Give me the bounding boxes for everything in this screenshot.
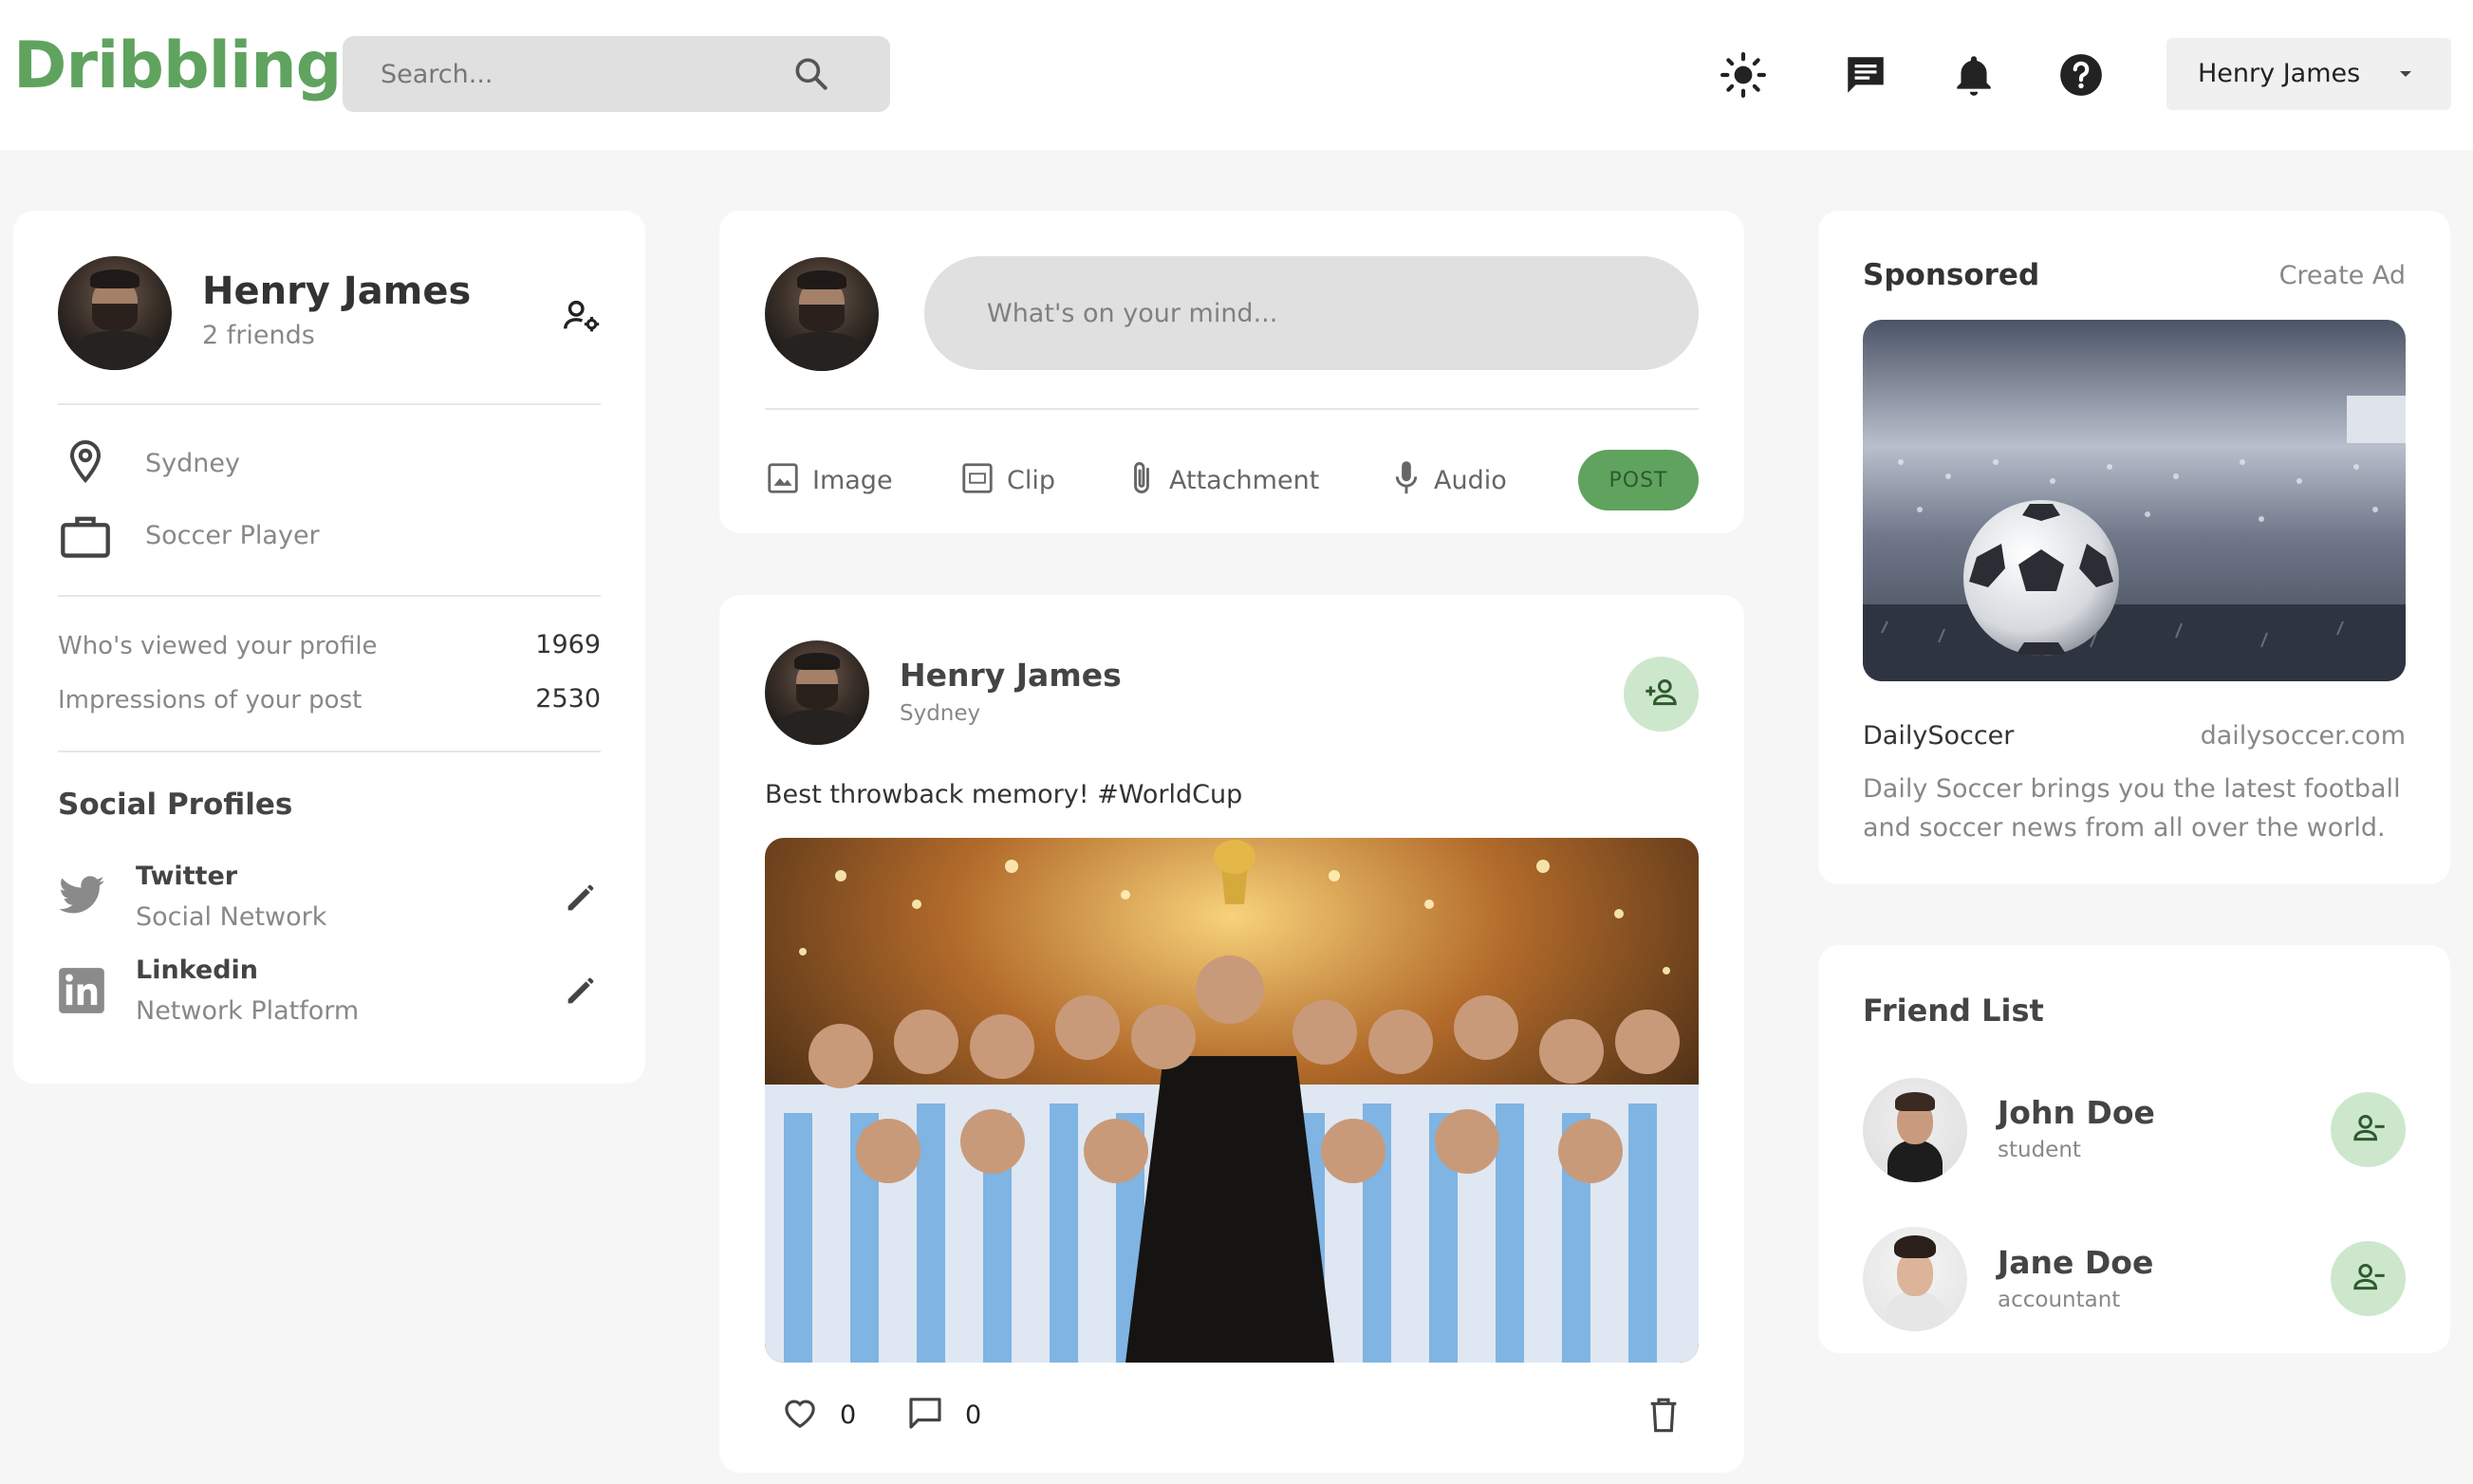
twitter-icon — [57, 875, 106, 918]
friend-avatar[interactable] — [1863, 1078, 1967, 1182]
app-logo[interactable]: Dribbling — [13, 28, 342, 103]
remove-friend-button[interactable] — [2331, 1092, 2406, 1167]
post-image[interactable] — [765, 838, 1699, 1363]
stat-label-impressions: Impressions of your post — [58, 686, 363, 714]
briefcase-icon — [59, 510, 112, 560]
audio-action-label: Audio — [1434, 465, 1507, 495]
friend-name[interactable]: John Doe — [1998, 1094, 2155, 1131]
divider — [58, 595, 601, 597]
add-friend-button[interactable] — [1624, 657, 1699, 732]
person-remove-icon — [2350, 1258, 2388, 1300]
divider — [58, 751, 601, 752]
composer-avatar — [765, 257, 879, 371]
light-mode-icon[interactable] — [1720, 51, 1767, 99]
create-ad-link[interactable]: Create Ad — [2268, 261, 2406, 290]
social-name-twitter: Twitter — [136, 862, 238, 891]
gif-icon — [959, 460, 995, 500]
notifications-icon[interactable] — [1950, 51, 1998, 99]
friend-role: accountant — [1998, 1288, 2121, 1312]
linkedin-icon — [57, 966, 106, 1015]
microphone-icon — [1390, 458, 1422, 502]
composer-field — [924, 256, 1699, 370]
stat-value-impressions: 2530 — [535, 684, 601, 714]
heart-icon — [781, 1394, 819, 1436]
social-profiles-heading: Social Profiles — [58, 788, 293, 822]
search-icon[interactable] — [790, 53, 832, 95]
clip-action[interactable]: Clip — [959, 455, 1055, 505]
image-action-label: Image — [812, 465, 893, 495]
social-type-linkedin: Network Platform — [136, 996, 360, 1026]
comment-count: 0 — [965, 1400, 982, 1430]
divider — [765, 408, 1699, 410]
sponsor-description-line2: and soccer news from all over the world. — [1863, 813, 2386, 843]
profile-name[interactable]: Henry James — [202, 269, 471, 313]
help-icon[interactable] — [2057, 51, 2105, 99]
stat-label-profile-views: Who's viewed your profile — [58, 632, 378, 660]
sponsor-description-line1: Daily Soccer brings you the latest footb… — [1863, 774, 2401, 804]
comment-action[interactable]: 0 — [906, 1393, 981, 1437]
sponsor-brand: DailySoccer — [1863, 721, 2015, 751]
delete-icon[interactable] — [1645, 1394, 1683, 1436]
chat-icon[interactable] — [1842, 51, 1889, 99]
post-author-name[interactable]: Henry James — [900, 657, 1122, 694]
post-author-avatar[interactable] — [765, 640, 869, 745]
search-input[interactable] — [381, 36, 789, 112]
person-add-icon — [1643, 674, 1681, 715]
person-remove-icon — [2350, 1109, 2388, 1151]
attachment-action[interactable]: Attachment — [1125, 455, 1319, 505]
chevron-down-icon — [2394, 63, 2417, 85]
like-action[interactable]: 0 — [781, 1393, 856, 1437]
friend-avatar[interactable] — [1863, 1227, 1967, 1331]
manage-account-icon[interactable] — [560, 294, 604, 338]
top-navbar: Dribbling Henry James — [0, 0, 2473, 150]
profile-occupation: Soccer Player — [145, 521, 320, 550]
social-type-twitter: Social Network — [136, 902, 327, 932]
comment-icon — [906, 1394, 944, 1436]
location-icon — [63, 438, 108, 488]
whats-on-your-mind-input[interactable] — [987, 256, 1651, 370]
post-text: Best throwback memory! #WorldCup — [765, 780, 1243, 809]
friend-name[interactable]: Jane Doe — [1998, 1244, 2153, 1281]
profile-location: Sydney — [145, 449, 240, 478]
search-bar — [343, 36, 890, 112]
clip-action-label: Clip — [1007, 465, 1055, 495]
edit-linkedin-icon[interactable] — [562, 972, 600, 1010]
post-button[interactable]: POST — [1578, 450, 1699, 510]
profile-friends-count: 2 friends — [202, 321, 315, 350]
friend-list-heading: Friend List — [1863, 992, 2044, 1029]
stat-value-profile-views: 1969 — [535, 630, 601, 659]
user-dropdown[interactable]: Henry James — [2166, 38, 2451, 110]
sponsor-url[interactable]: dailysoccer.com — [2183, 721, 2406, 751]
edit-twitter-icon[interactable] — [562, 879, 600, 917]
user-dropdown-label: Henry James — [2198, 59, 2361, 88]
divider — [58, 403, 601, 405]
paperclip-icon — [1125, 458, 1158, 502]
image-action[interactable]: Image — [765, 455, 893, 505]
sponsored-image[interactable] — [1863, 320, 2406, 681]
remove-friend-button[interactable] — [2331, 1241, 2406, 1316]
post-author-location: Sydney — [900, 701, 981, 726]
like-count: 0 — [840, 1400, 857, 1430]
attachment-action-label: Attachment — [1169, 465, 1320, 495]
image-icon — [765, 460, 801, 500]
friend-role: student — [1998, 1138, 2081, 1162]
social-name-linkedin: Linkedin — [136, 955, 259, 985]
profile-avatar[interactable] — [58, 256, 172, 370]
sponsored-heading: Sponsored — [1863, 258, 2040, 292]
audio-action[interactable]: Audio — [1390, 455, 1507, 505]
